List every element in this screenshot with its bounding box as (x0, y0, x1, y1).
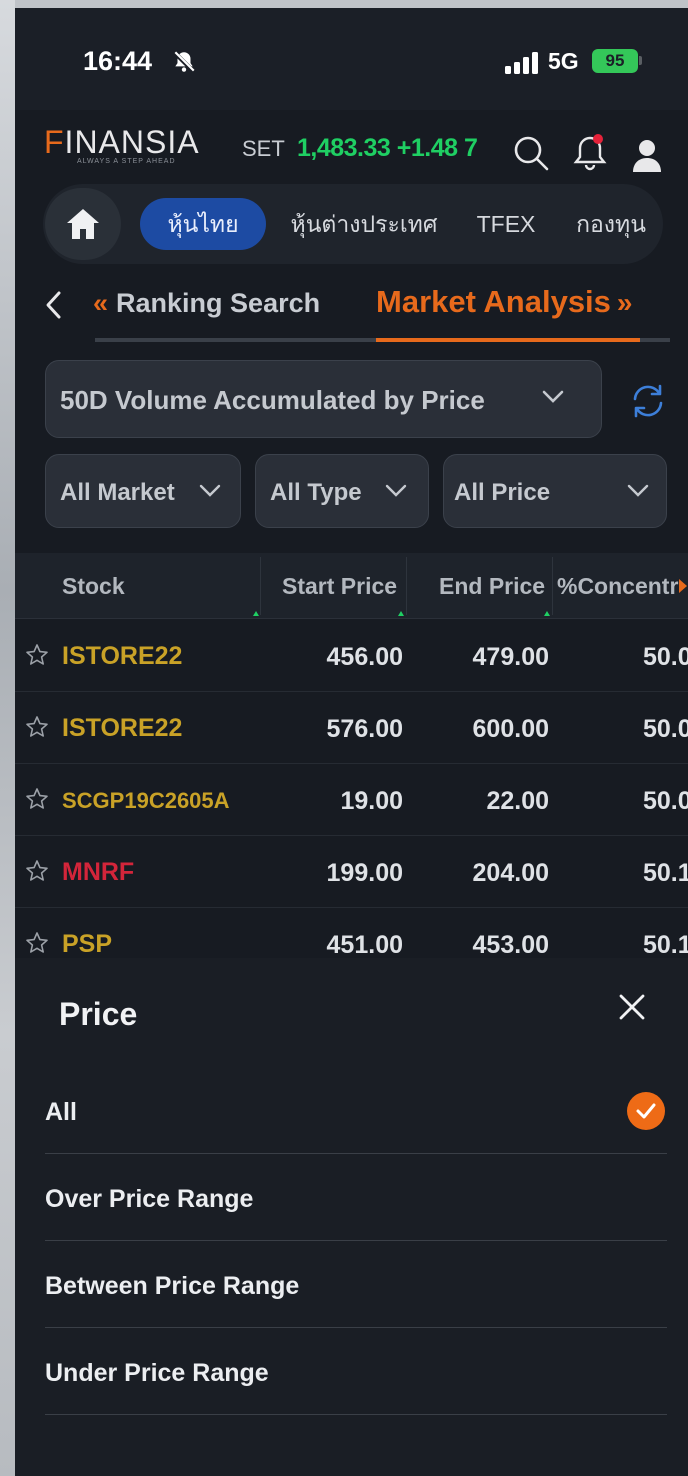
option-label: All (45, 1098, 77, 1126)
option-label: Under Price Range (45, 1359, 269, 1387)
battery-indicator: 95 (592, 49, 638, 73)
background-edge (0, 0, 15, 1476)
end-price: 22.00 (486, 787, 549, 815)
index-name: SET (242, 136, 285, 161)
chevron-down-icon (384, 483, 408, 504)
star-icon[interactable] (25, 715, 49, 744)
price-option-all[interactable]: All (45, 1068, 667, 1154)
column-divider (406, 557, 407, 615)
network-type: 5G (548, 48, 579, 74)
concentration: 50.1 (643, 859, 688, 887)
chevron-down-icon (540, 387, 566, 410)
chevron-left-icon[interactable] (43, 288, 65, 327)
stock-symbol[interactable]: ISTORE22 (62, 642, 182, 671)
table-row[interactable]: MNRF 199.00 204.00 50.1 (15, 836, 688, 908)
start-price: 456.00 (326, 643, 403, 671)
double-chevron-left-icon: « (93, 288, 109, 318)
table-row[interactable]: SCGP19C2605A 19.00 22.00 50.0 (15, 764, 688, 836)
tab-funds[interactable]: กองทุน (563, 198, 659, 250)
index-value: 1,483.33 +1.48 7 (297, 134, 478, 162)
stock-symbol[interactable]: ISTORE22 (62, 714, 182, 743)
column-start-price[interactable]: Start Price (282, 553, 397, 619)
start-price: 199.00 (326, 859, 403, 887)
concentration: 50.0 (643, 787, 688, 815)
chevron-down-icon (626, 483, 650, 504)
table-row[interactable]: ISTORE22 456.00 479.00 50.0 (15, 620, 688, 692)
column-stock[interactable]: Stock (62, 553, 125, 619)
column-end-price[interactable]: End Price (439, 553, 545, 619)
end-price: 453.00 (472, 931, 549, 959)
end-price: 600.00 (472, 715, 549, 743)
section-tabs: «Ranking Search Market Analysis» (15, 276, 688, 352)
close-icon[interactable] (617, 992, 647, 1027)
column-divider (552, 557, 553, 615)
app-header: FINANSIA ALWAYS A STEP AHEAD SET 1,483.3… (15, 110, 688, 180)
star-icon[interactable] (25, 787, 49, 816)
option-label: Between Price Range (45, 1272, 300, 1300)
price-filter-value: All Price (454, 479, 551, 506)
tab-active-indicator (376, 338, 640, 342)
tab-thai-stocks[interactable]: หุ้นไทย (140, 198, 266, 250)
end-price: 204.00 (472, 859, 549, 887)
silent-mode-icon (171, 49, 197, 80)
sort-indicator-icon (253, 611, 259, 616)
analysis-type-value: 50D Volume Accumulated by Price (60, 385, 485, 415)
sheet-title: Price (59, 996, 138, 1032)
finansia-logo[interactable]: FINANSIA (44, 124, 200, 161)
refresh-icon[interactable] (629, 382, 667, 425)
tab-market-analysis[interactable]: Market Analysis» (376, 284, 633, 320)
concentration: 50.0 (643, 715, 688, 743)
search-icon[interactable] (512, 134, 550, 177)
user-icon[interactable] (631, 138, 663, 177)
start-price: 19.00 (340, 787, 403, 815)
status-time: 16:44 (83, 46, 153, 76)
column-concentration[interactable]: %Concentr (557, 553, 681, 619)
start-price: 576.00 (326, 715, 403, 743)
market-filter-value: All Market (60, 479, 175, 506)
stock-symbol[interactable]: MNRF (62, 858, 134, 887)
option-label: Over Price Range (45, 1185, 254, 1213)
star-icon[interactable] (25, 643, 49, 672)
concentration: 50.1 (643, 931, 688, 959)
star-icon[interactable] (25, 931, 49, 960)
chevron-down-icon (198, 483, 222, 504)
type-filter-select[interactable]: All Type (255, 454, 429, 528)
star-icon[interactable] (25, 859, 49, 888)
stock-symbol[interactable]: SCGP19C2605A (62, 788, 230, 814)
market-filter-select[interactable]: All Market (45, 454, 241, 528)
scroll-right-icon[interactable] (679, 579, 687, 593)
signal-icon (505, 52, 541, 79)
tab-foreign-stocks[interactable]: หุ้นต่างประเทศ (284, 198, 444, 250)
price-option-over-range[interactable]: Over Price Range (45, 1155, 667, 1241)
column-divider (260, 557, 261, 615)
stock-symbol[interactable]: PSP (62, 930, 112, 959)
price-option-under-range[interactable]: Under Price Range (45, 1329, 667, 1415)
double-chevron-right-icon: » (616, 287, 633, 318)
analysis-type-select[interactable]: 50D Volume Accumulated by Price (45, 360, 602, 438)
sort-indicator-icon (398, 611, 404, 616)
end-price: 479.00 (472, 643, 549, 671)
app-screen: 16:44 5G 95 FINANSIA ALWAYS A STEP AHEAD… (15, 8, 688, 1476)
category-nav: หุ้นไทย หุ้นต่างประเทศ TFEX กองทุน (43, 184, 663, 264)
start-price: 451.00 (326, 931, 403, 959)
home-icon (67, 209, 99, 239)
table-header: Stock Start Price End Price %Concentr (15, 553, 688, 619)
table-row[interactable]: ISTORE22 576.00 600.00 50.0 (15, 692, 688, 764)
tab-ranking-search[interactable]: «Ranking Search (93, 288, 320, 319)
price-option-between-range[interactable]: Between Price Range (45, 1242, 667, 1328)
type-filter-value: All Type (270, 479, 362, 506)
battery-tip (639, 56, 642, 65)
tab-tfex[interactable]: TFEX (461, 198, 551, 250)
bell-icon[interactable] (572, 134, 608, 177)
price-filter-sheet: Price All Over Price Range Between Price… (15, 958, 688, 1476)
home-button[interactable] (45, 188, 121, 260)
logo-tagline: ALWAYS A STEP AHEAD (77, 158, 176, 165)
status-bar: 16:44 5G 95 (15, 8, 688, 110)
concentration: 50.0 (643, 643, 688, 671)
price-filter-select[interactable]: All Price (443, 454, 667, 528)
sort-indicator-icon (544, 611, 550, 616)
checkmark-icon (627, 1092, 665, 1130)
